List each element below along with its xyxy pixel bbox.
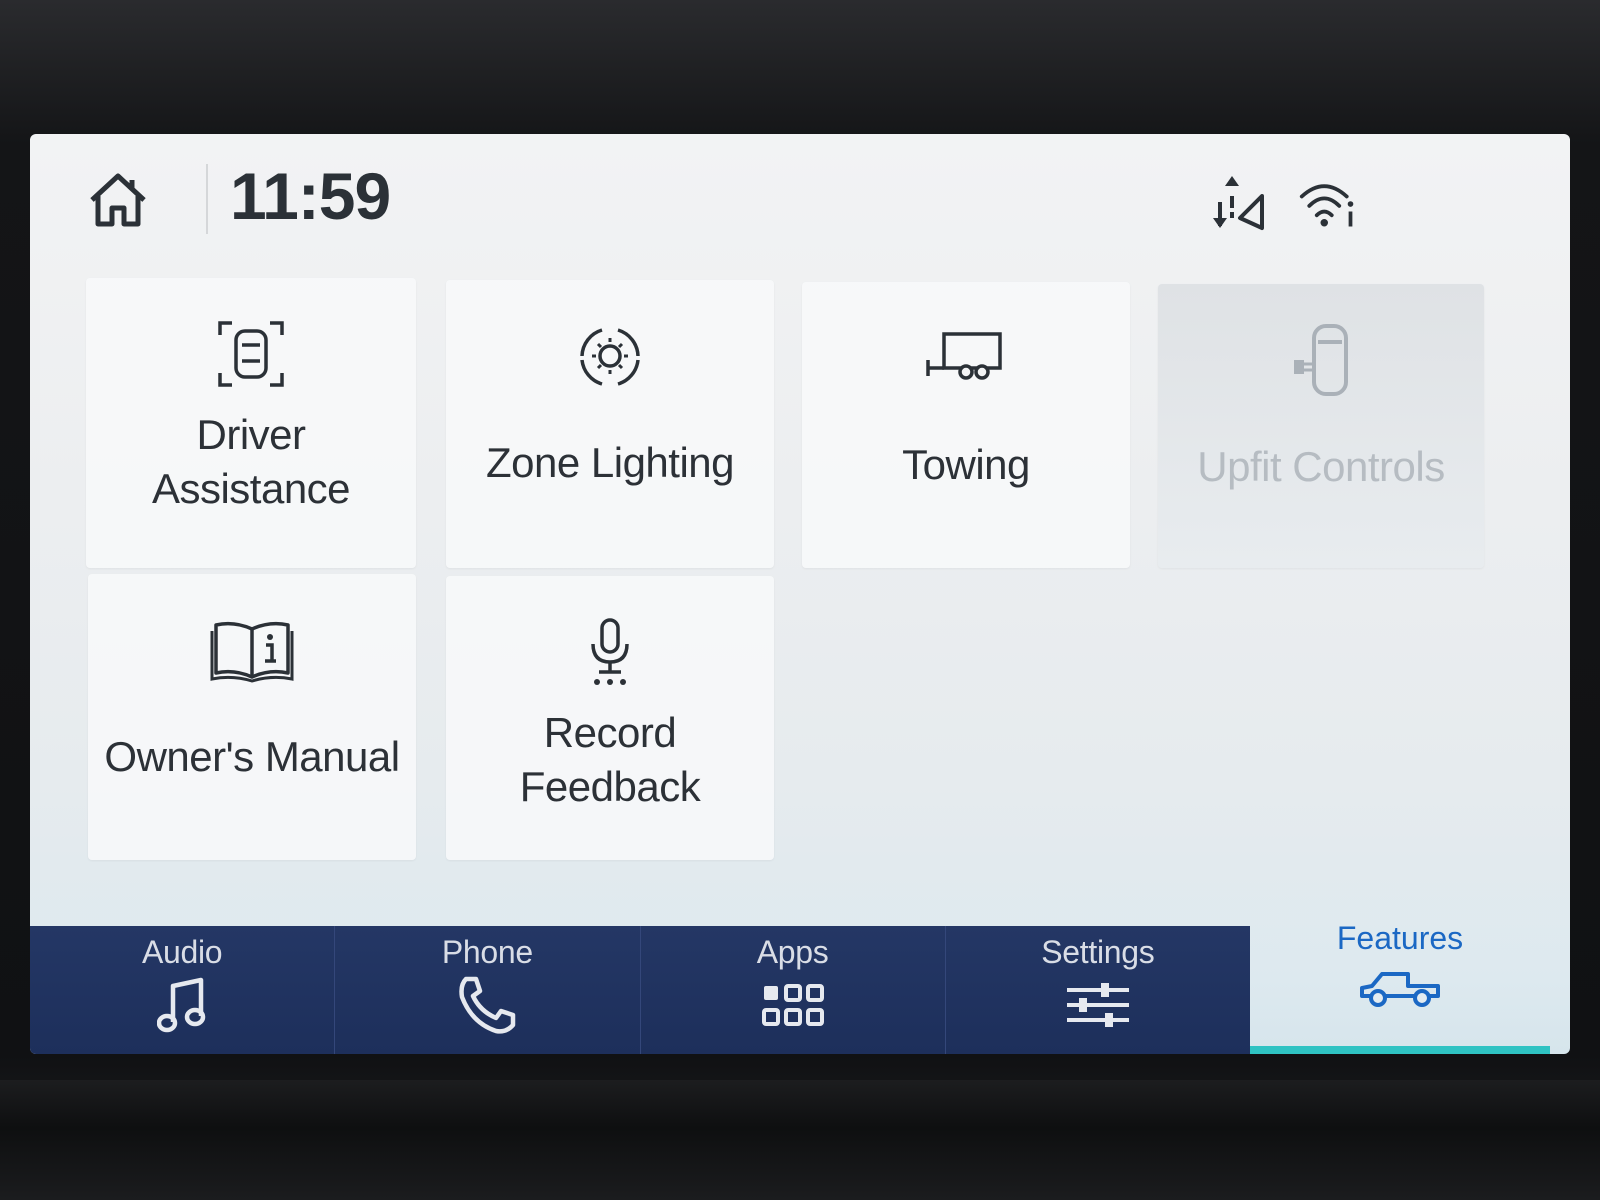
- tile-upfit-controls: Upfit Controls: [1158, 284, 1484, 568]
- tile-driver-assistance[interactable]: Driver Assistance: [86, 278, 416, 568]
- truck-icon: [1350, 957, 1450, 1019]
- phone-handset-icon: [447, 971, 527, 1039]
- touchscreen: 11:59 Driver Assistance Zone Lighting To…: [30, 134, 1570, 1054]
- tile-zone-lighting[interactable]: Zone Lighting: [446, 280, 774, 568]
- nav-label: Settings: [1041, 934, 1155, 970]
- tile-label: Owner's Manual: [104, 733, 400, 780]
- manual-book-icon: [207, 610, 297, 690]
- tile-label: Driver: [196, 411, 307, 458]
- clock: 11:59: [230, 159, 391, 233]
- apps-grid-icon: [753, 971, 833, 1039]
- nav-settings[interactable]: Settings: [946, 926, 1250, 1054]
- driver-assist-icon: [206, 314, 296, 394]
- nav-phone[interactable]: Phone: [335, 926, 641, 1054]
- microphone-icon: [565, 612, 655, 692]
- tile-label: Assistance: [151, 465, 351, 512]
- tile-label: Towing: [902, 441, 1030, 488]
- nav-label: Apps: [756, 934, 829, 970]
- home-icon: [90, 173, 146, 227]
- tile-label: Upfit Controls: [1197, 443, 1445, 490]
- nav-apps[interactable]: Apps: [641, 926, 946, 1054]
- status-divider: [206, 164, 208, 234]
- tile-record-feedback[interactable]: Record Feedback: [446, 576, 774, 860]
- tile-label: Zone Lighting: [485, 439, 735, 486]
- nav-label: Features: [1336, 920, 1464, 956]
- music-note-icon: [142, 971, 222, 1039]
- home-button[interactable]: [80, 162, 156, 238]
- bottom-nav-bar: Audio Phone Apps Settings: [30, 926, 1250, 1054]
- upfit-icon: [1276, 320, 1366, 400]
- active-tab-indicator: [1250, 1046, 1550, 1054]
- tile-towing[interactable]: Towing: [802, 282, 1130, 568]
- navigation-status-icon: [1210, 172, 1270, 236]
- nav-label: Phone: [441, 934, 533, 970]
- wifi-info-icon: [1298, 172, 1358, 236]
- nav-label: Audio: [141, 934, 223, 970]
- bezel-bottom-trim: [0, 1080, 1600, 1200]
- sliders-icon: [1058, 971, 1138, 1039]
- tile-owners-manual[interactable]: Owner's Manual: [88, 574, 416, 860]
- nav-audio[interactable]: Audio: [30, 926, 336, 1054]
- zone-lighting-icon: [565, 316, 655, 396]
- trailer-icon: [921, 318, 1011, 398]
- tile-label: Record: [543, 709, 677, 756]
- nav-features[interactable]: Features: [1250, 904, 1550, 1054]
- tile-label: Feedback: [519, 763, 701, 810]
